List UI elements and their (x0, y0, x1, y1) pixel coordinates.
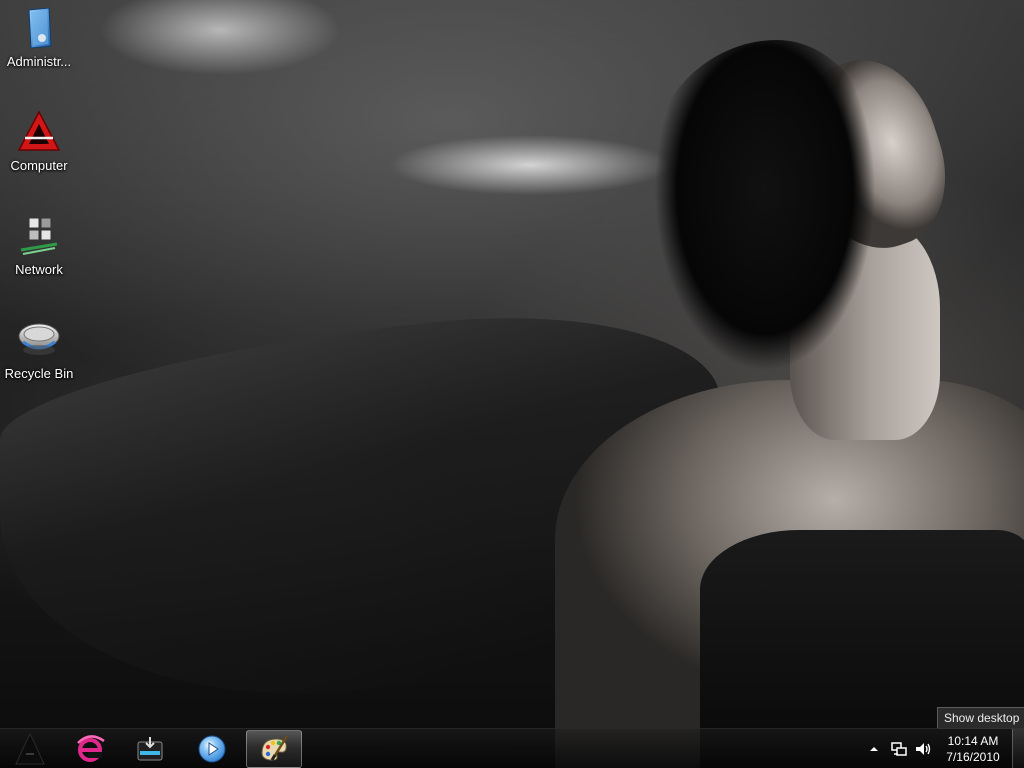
network-status-icon (891, 742, 907, 756)
show-hidden-icons-icon (870, 747, 878, 751)
tray-network-status[interactable] (888, 729, 910, 768)
taskbar-button-paint[interactable] (246, 730, 302, 768)
taskbar-button-media-player[interactable] (184, 730, 240, 768)
desktop-icon-label: Administr... (6, 54, 72, 69)
start-button[interactable] (2, 730, 58, 768)
desktop-icon-label: Network (15, 262, 63, 277)
recycle-bin-icon (18, 323, 60, 355)
desktop-icon-recycle-bin[interactable]: Recycle Bin (2, 316, 76, 382)
taskbar-button-windows-explorer[interactable] (122, 730, 178, 768)
tray-volume[interactable] (912, 729, 934, 768)
computer-icon (17, 110, 61, 151)
desktop: Administr... Computer Network Recycle Bi… (0, 0, 1024, 768)
desktop-icon-computer[interactable]: Computer (2, 108, 76, 174)
wallpaper-figure-hair (645, 40, 885, 400)
media-player-icon (198, 735, 226, 763)
paint-icon (261, 735, 289, 761)
desktop-icon-administrator[interactable]: Administr... (2, 4, 76, 70)
desktop-icon-label: Computer (10, 158, 68, 173)
taskbar: 10:14 AM 7/16/2010 (0, 728, 1024, 768)
show-desktop-tooltip: Show desktop (937, 707, 1024, 729)
network-icon (20, 217, 58, 255)
show-desktop-button[interactable] (1012, 729, 1024, 768)
show-hidden-icons-button[interactable] (866, 729, 882, 768)
desktop-icon-network[interactable]: Network (2, 212, 76, 278)
internet-explorer-icon (77, 735, 105, 762)
desktop-icon-label: Recycle Bin (4, 366, 74, 381)
taskbar-button-internet-explorer[interactable] (62, 730, 118, 768)
clock-date: 7/16/2010 (946, 750, 1000, 764)
clock-time: 10:14 AM (947, 734, 999, 748)
user-folder-icon (28, 7, 52, 49)
tray-clock[interactable]: 10:14 AM 7/16/2010 (938, 733, 1008, 765)
windows-explorer-icon (137, 737, 163, 761)
volume-icon (916, 743, 931, 755)
start-orb-icon (15, 732, 45, 765)
